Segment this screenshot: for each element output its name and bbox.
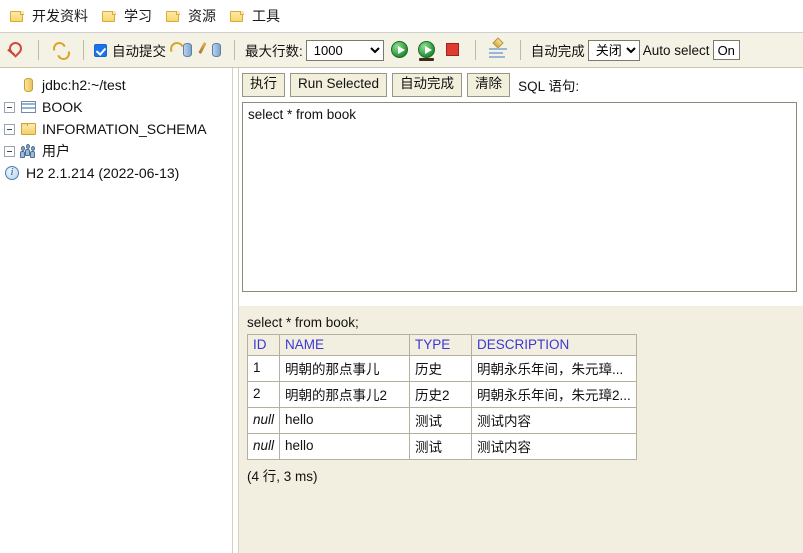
run-button[interactable]: 执行 [242, 73, 285, 97]
bookmark-item[interactable]: 资源 [162, 4, 226, 28]
toolbar-divider [83, 40, 84, 60]
sql-statement-label: SQL 语句: [518, 78, 580, 94]
tree-item-connection[interactable]: jdbc:h2:~/test [0, 74, 232, 96]
bookmark-item[interactable]: 学习 [98, 4, 162, 28]
database-tree: jdbc:h2:~/test BOOK INFORMATION_SCHEMA 用… [0, 68, 232, 553]
table-icon [20, 99, 37, 115]
cell-id: null [246, 432, 281, 460]
autocommit-label: 自动提交 [112, 44, 166, 59]
database-cylinder-icon [20, 77, 37, 93]
cell-id: 2 [246, 380, 281, 408]
main-area: jdbc:h2:~/test BOOK INFORMATION_SCHEMA 用… [0, 68, 803, 553]
rollback-db-icon[interactable] [198, 38, 224, 62]
tree-item-label: INFORMATION_SCHEMA [42, 121, 207, 137]
tree-item-information-schema[interactable]: INFORMATION_SCHEMA [0, 118, 232, 140]
auto-select-label: Auto select [642, 42, 710, 58]
vertical-splitter[interactable] [232, 68, 239, 553]
sort-icon[interactable] [486, 37, 510, 62]
cell-type: 测试 [409, 432, 473, 460]
auto-select-value[interactable]: On [712, 40, 740, 60]
table-row[interactable]: 1 明朝的那点事儿 历史 明朝永乐年间，朱元璋... [246, 354, 638, 382]
toolbar-divider [519, 40, 521, 60]
cell-description: 测试内容 [471, 432, 638, 460]
max-rows-select[interactable]: 1000 [305, 39, 384, 61]
toolbar-divider [234, 40, 235, 60]
expand-toggle-icon[interactable] [4, 145, 15, 157]
column-header-description[interactable]: DESCRIPTION [471, 333, 638, 356]
column-header-type[interactable]: TYPE [409, 333, 473, 356]
cell-type: 历史 [409, 354, 473, 382]
tree-item-label: H2 2.1.214 (2022-06-13) [26, 165, 180, 181]
bookmark-label: 资源 [188, 8, 216, 24]
tree-item-label: jdbc:h2:~/test [42, 77, 126, 93]
results-table: ID NAME TYPE DESCRIPTION 1 明朝的那点事儿 历史 明朝… [246, 333, 638, 460]
executed-query-text: select * from book; [247, 314, 359, 330]
disconnect-icon[interactable] [4, 38, 28, 62]
column-header-name[interactable]: NAME [279, 333, 411, 356]
autocomplete-label: 自动完成 [530, 44, 585, 59]
run-selected-button[interactable]: Run Selected [290, 73, 388, 97]
cell-description: 测试内容 [471, 406, 638, 434]
cell-id: 1 [246, 354, 281, 382]
pane-gap [239, 291, 803, 306]
autocomplete-button[interactable]: 自动完成 [392, 73, 463, 97]
autocommit-checkbox[interactable]: 自动提交 [94, 40, 166, 60]
folder-icon [102, 10, 117, 23]
cell-type: 测试 [409, 406, 473, 434]
run-icon[interactable] [387, 38, 411, 62]
cell-type: 历史2 [409, 380, 473, 408]
bookmarks-bar: 开发资料 学习 资源 工具 [0, 0, 803, 33]
cell-name: 明朝的那点事儿2 [279, 380, 411, 408]
info-icon [4, 165, 21, 181]
cell-name: 明朝的那点事儿 [279, 354, 411, 382]
table-row[interactable]: null hello 测试 测试内容 [246, 432, 638, 460]
tree-item-label: BOOK [42, 99, 83, 115]
checkbox-checked-icon[interactable] [94, 43, 107, 57]
folder-icon [10, 10, 25, 23]
expand-toggle-icon[interactable] [4, 123, 15, 135]
bookmark-label: 学习 [124, 8, 152, 24]
toolbar-divider [38, 40, 39, 60]
table-header-row: ID NAME TYPE DESCRIPTION [246, 333, 638, 356]
stop-icon[interactable] [441, 38, 465, 62]
h2-toolbar: 自动提交 最大行数: 1000 自动完成 关闭 Auto select On [0, 33, 803, 68]
sql-editor[interactable]: select * from book [242, 101, 797, 292]
clear-button[interactable]: 清除 [467, 73, 511, 97]
tree-item-users[interactable]: 用户 [0, 140, 232, 162]
commit-db-icon[interactable] [168, 38, 195, 62]
users-icon [20, 143, 37, 159]
table-row[interactable]: 2 明朝的那点事儿2 历史2 明朝永乐年间，朱元璋2... [246, 380, 638, 408]
bookmark-item[interactable]: 工具 [226, 4, 290, 28]
refresh-icon[interactable] [49, 38, 73, 62]
max-rows-label: 最大行数: [245, 44, 303, 59]
tree-item-version: H2 2.1.214 (2022-06-13) [0, 162, 232, 184]
bookmark-item[interactable]: 开发资料 [6, 4, 98, 28]
folder-icon [166, 10, 181, 23]
folder-icon [230, 10, 245, 23]
folder-icon [20, 121, 37, 137]
cell-name: hello [279, 406, 411, 434]
table-row[interactable]: null hello 测试 测试内容 [246, 406, 638, 434]
cell-id: null [246, 406, 281, 434]
cell-name: hello [279, 432, 411, 460]
toolbar-divider [474, 40, 476, 60]
bookmark-label: 开发资料 [32, 8, 88, 24]
result-status: (4 行, 3 ms) [247, 468, 318, 484]
cell-description: 明朝永乐年间，朱元璋2... [471, 380, 638, 408]
sql-button-bar: 执行 Run Selected 自动完成 清除 SQL 语句: [239, 68, 803, 102]
column-header-id[interactable]: ID [246, 333, 281, 356]
bookmark-label: 工具 [252, 8, 280, 24]
autocomplete-select[interactable]: 关闭 [587, 39, 640, 61]
run-selected-icon[interactable] [414, 38, 438, 62]
results-panel: select * from book; ID NAME TYPE DESCRIP… [239, 305, 803, 553]
sql-pane: 执行 Run Selected 自动完成 清除 SQL 语句: select *… [239, 68, 803, 553]
tree-item-book[interactable]: BOOK [0, 96, 232, 118]
tree-item-label: 用户 [42, 143, 70, 159]
expand-toggle-icon[interactable] [4, 101, 15, 113]
cell-description: 明朝永乐年间，朱元璋... [471, 354, 638, 382]
